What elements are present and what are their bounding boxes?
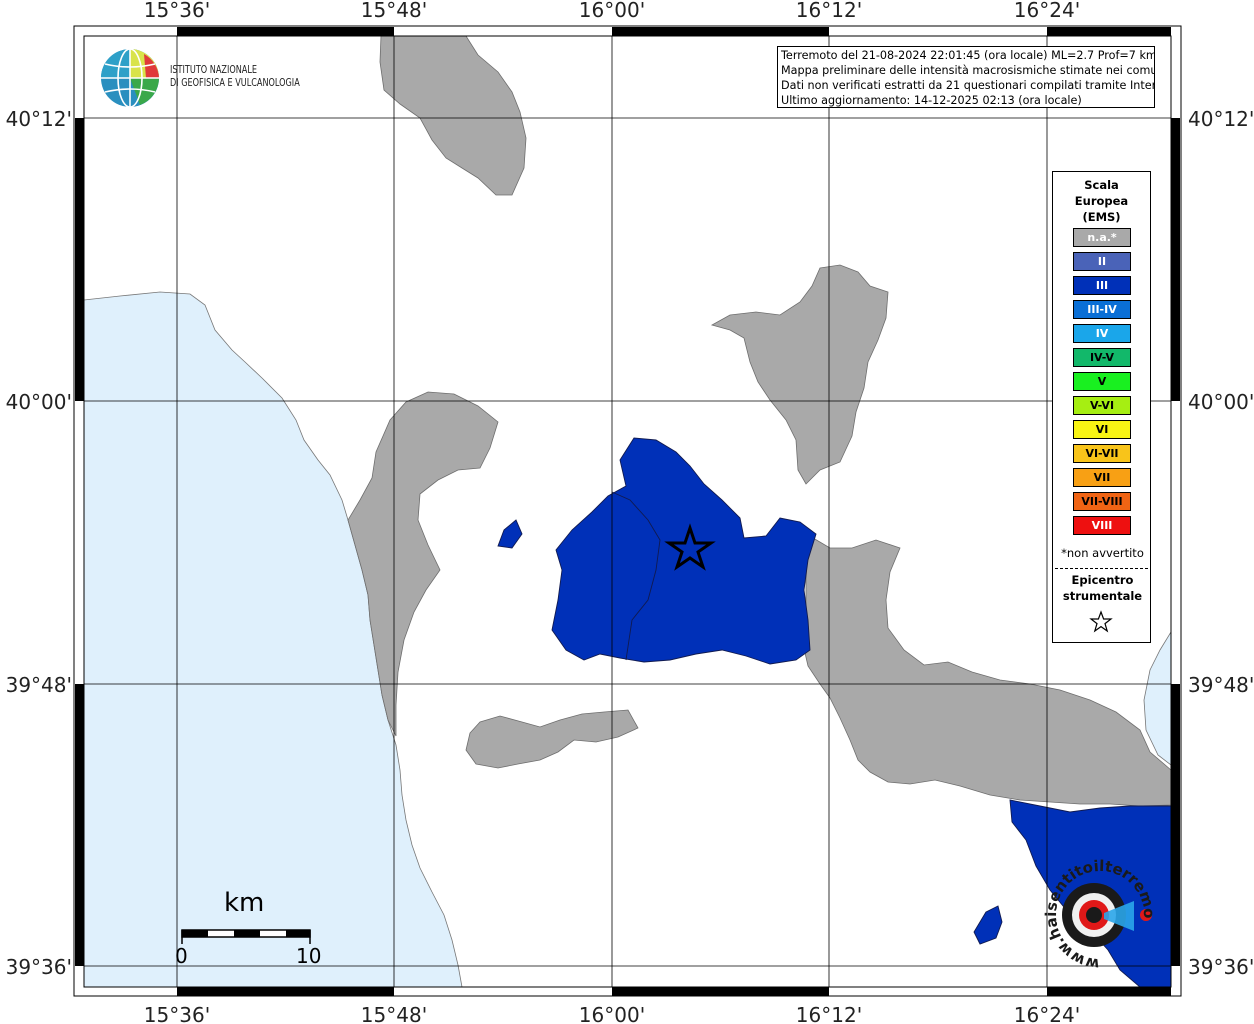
legend-swatch: V-VI <box>1073 396 1131 415</box>
globe-icon <box>101 48 159 108</box>
ingv-logo-text: ISTITUTO NAZIONALE DI GEOFISICA E VULCAN… <box>170 64 300 90</box>
legend-swatch: IV-V <box>1073 348 1131 367</box>
legend-epicenter-line: strumentale <box>1062 589 1143 603</box>
lat-labels-right: 40°12' 40°00' 39°48' 39°36' <box>1188 107 1254 979</box>
lat-tick-label: 40°12' <box>1188 107 1254 131</box>
scale-bar-max: 10 <box>296 944 322 968</box>
lat-labels-left: 40°12' 40°00' 39°48' 39°36' <box>6 107 72 979</box>
legend-swatch: n.a.* <box>1073 228 1131 247</box>
legend-swatch: VII-VIII <box>1073 492 1131 511</box>
lon-tick-label: 16°00' <box>579 1003 645 1024</box>
lat-tick-label: 40°12' <box>6 107 72 131</box>
lon-labels-bottom: 15°36' 15°48' 16°00' 16°12' 16°24' <box>144 1003 1080 1024</box>
legend-epicenter-label: Epicentro strumentale <box>1053 572 1152 604</box>
logo-line-2: DI GEOFISICA E VULCANOLOGIA <box>170 77 300 89</box>
legend-swatch: IV <box>1073 324 1131 343</box>
lat-tick-label: 39°36' <box>6 955 72 979</box>
epicenter-star-icon <box>1089 610 1113 633</box>
lon-tick-label: 16°24' <box>1014 0 1080 22</box>
lon-labels-top: 15°36' 15°48' 16°00' 16°12' 16°24' <box>144 0 1080 22</box>
scale-bar-unit: km <box>224 888 265 918</box>
lon-tick-label: 15°36' <box>144 1003 210 1024</box>
lon-tick-label: 16°00' <box>579 0 645 22</box>
event-info-line: Dati non verificati estratti da 21 quest… <box>781 79 1155 92</box>
legend-divider <box>1055 568 1148 569</box>
lat-tick-label: 39°48' <box>6 673 72 697</box>
legend-title-line: Scala <box>1084 178 1119 192</box>
event-info-line: Terremoto del 21-08-2024 22:01:45 (ora l… <box>781 49 1155 62</box>
hsit-watermark[interactable]: www.haisentitoilterremoto.it <box>1040 855 1160 975</box>
lon-tick-label: 16°12' <box>796 0 862 22</box>
legend-swatch: VII <box>1073 468 1131 487</box>
lat-tick-label: 39°48' <box>1188 673 1254 697</box>
legend-swatch: VI-VII <box>1073 444 1131 463</box>
legend-title-line: Europea <box>1074 194 1129 208</box>
logo-line-1: ISTITUTO NAZIONALE <box>170 64 258 76</box>
legend-swatch: VIII <box>1073 516 1131 535</box>
lon-tick-label: 15°48' <box>361 0 427 22</box>
legend-swatch: II <box>1073 252 1131 271</box>
ems-legend: Scala Europea (EMS) n.a.* II III III-IV IV IV… <box>1052 171 1151 643</box>
ingv-logo: ISTITUTO NAZIONALE DI GEOFISICA E VULCAN… <box>100 48 330 110</box>
legend-note: *non avvertito <box>1061 546 1144 560</box>
lat-tick-label: 40°00' <box>1188 390 1254 414</box>
legend-swatch: VI <box>1073 420 1131 439</box>
scale-bar-min: 0 <box>175 944 188 968</box>
lon-tick-label: 16°24' <box>1014 1003 1080 1024</box>
event-info-box: Terremoto del 21-08-2024 22:01:45 (ora l… <box>777 46 1155 108</box>
legend-swatch: III <box>1073 276 1131 295</box>
lon-tick-label: 15°48' <box>361 1003 427 1024</box>
legend-title: Scala Europea (EMS) <box>1053 177 1150 225</box>
legend-swatch: III-IV <box>1073 300 1131 319</box>
legend-swatch: V <box>1073 372 1131 391</box>
lat-tick-label: 39°36' <box>1188 955 1254 979</box>
lat-tick-label: 40°00' <box>6 390 72 414</box>
lon-tick-label: 16°12' <box>796 1003 862 1024</box>
lon-tick-label: 15°36' <box>144 0 210 22</box>
legend-epicenter-line: Epicentro <box>1071 573 1134 587</box>
event-info-line: Ultimo aggiornamento: 14-12-2025 02:13 (… <box>781 94 1082 107</box>
legend-title-line: (EMS) <box>1082 210 1121 224</box>
event-info-line: Mappa preliminare delle intensità macros… <box>781 64 1155 77</box>
